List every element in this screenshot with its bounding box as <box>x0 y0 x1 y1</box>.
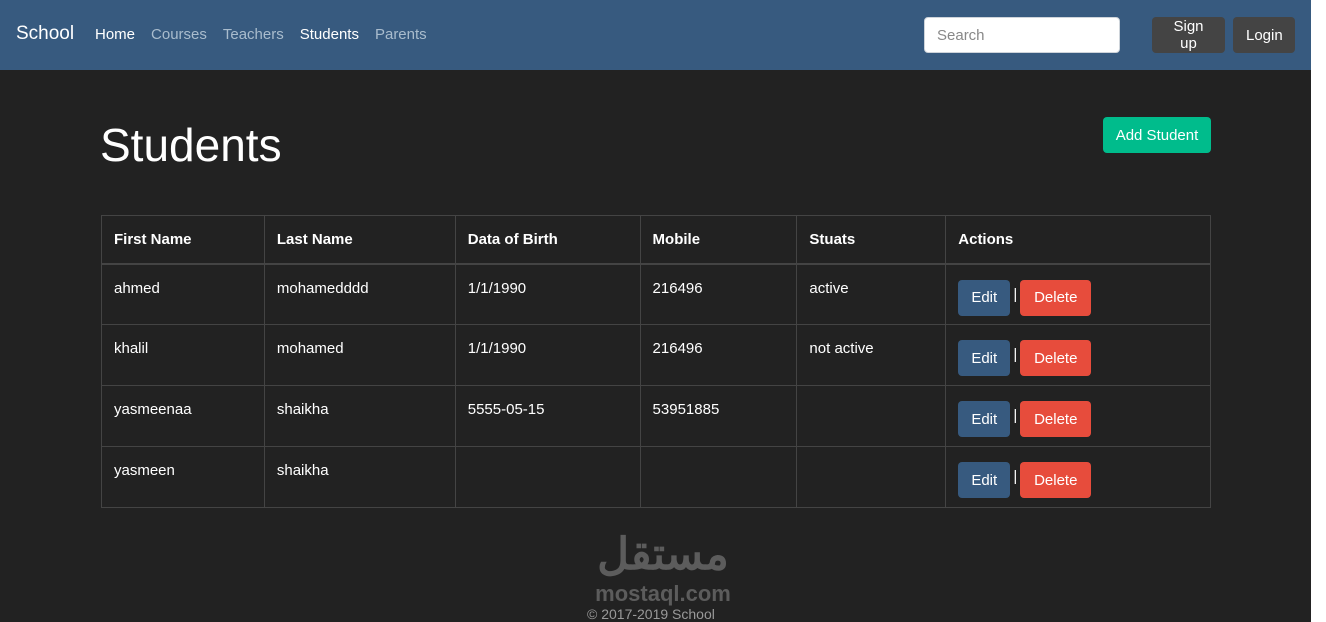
action-separator: | <box>1013 468 1018 485</box>
table-row: yasmeen shaikha Edit | Delete <box>101 446 1211 508</box>
delete-button[interactable]: Delete <box>1020 401 1092 437</box>
cell-status: active <box>796 263 947 325</box>
cell-mobile: 53951885 <box>639 385 798 447</box>
nav-link-teachers[interactable]: Teachers <box>223 26 284 43</box>
signup-button[interactable]: Sign up <box>1152 17 1225 53</box>
cell-mobile: 216496 <box>639 263 798 325</box>
watermark-arabic-text: مستقل <box>597 530 729 579</box>
brand-link[interactable]: School <box>16 23 74 45</box>
nav-link-parents[interactable]: Parents <box>375 26 427 43</box>
cell-mobile <box>639 446 798 508</box>
cell-date-of-birth: 1/1/1990 <box>454 263 641 325</box>
edit-button[interactable]: Edit <box>958 462 1011 498</box>
nav-link-students[interactable]: Students <box>300 26 359 43</box>
header-status: Stuats <box>796 215 947 265</box>
nav-link-courses[interactable]: Courses <box>151 26 207 43</box>
nav-links: Home Courses Teachers Students Parents <box>95 26 443 43</box>
search-input[interactable] <box>924 17 1120 53</box>
edit-button[interactable]: Edit <box>958 279 1011 316</box>
cell-date-of-birth: 5555-05-15 <box>454 385 641 447</box>
footer-copyright: © 2017-2019 School <box>587 606 715 622</box>
cell-last-name: mohamedddd <box>263 263 456 325</box>
cell-status: not active <box>796 324 947 386</box>
cell-first-name: yasmeenaa <box>101 385 265 447</box>
delete-button[interactable]: Delete <box>1020 462 1092 498</box>
delete-button[interactable]: Delete <box>1020 279 1092 316</box>
cell-actions: Edit | Delete <box>945 446 1211 508</box>
action-separator: | <box>1013 346 1018 363</box>
cell-first-name: yasmeen <box>101 446 265 508</box>
table-row: yasmeenaa shaikha 5555-05-15 53951885 Ed… <box>101 385 1211 447</box>
header-mobile: Mobile <box>639 215 798 265</box>
table-row: ahmed mohamedddd 1/1/1990 216496 active … <box>101 263 1211 325</box>
cell-status <box>796 446 947 508</box>
cell-last-name: shaikha <box>263 446 456 508</box>
action-separator: | <box>1013 407 1018 424</box>
edit-button[interactable]: Edit <box>958 340 1011 376</box>
header-actions: Actions <box>945 215 1211 265</box>
navbar: School Home Courses Teachers Students Pa… <box>0 0 1311 70</box>
cell-mobile: 216496 <box>639 324 798 386</box>
watermark-latin-text: mostaql.com <box>595 581 731 606</box>
cell-date-of-birth: 1/1/1990 <box>454 324 641 386</box>
cell-last-name: mohamed <box>263 324 456 386</box>
header-last-name: Last Name <box>263 215 456 265</box>
login-button[interactable]: Login <box>1233 17 1295 53</box>
page-title: Students <box>100 119 282 171</box>
edit-button[interactable]: Edit <box>958 401 1011 437</box>
add-student-button[interactable]: Add Student <box>1103 117 1211 153</box>
watermark-logo: مستقل mostaql.com <box>583 530 743 606</box>
cell-date-of-birth <box>454 446 641 508</box>
cell-actions: Edit | Delete <box>945 385 1211 447</box>
cell-first-name: ahmed <box>101 263 265 325</box>
header-date-of-birth: Data of Birth <box>454 215 641 265</box>
cell-first-name: khalil <box>101 324 265 386</box>
nav-link-home[interactable]: Home <box>95 26 135 43</box>
delete-button[interactable]: Delete <box>1020 340 1092 376</box>
header-first-name: First Name <box>101 215 265 265</box>
table-row: khalil mohamed 1/1/1990 216496 not activ… <box>101 324 1211 386</box>
students-table: First Name Last Name Data of Birth Mobil… <box>101 215 1211 508</box>
cell-last-name: shaikha <box>263 385 456 447</box>
action-separator: | <box>1013 285 1018 303</box>
page: School Home Courses Teachers Students Pa… <box>0 0 1311 622</box>
cell-status <box>796 385 947 447</box>
cell-actions: Edit | Delete <box>945 324 1211 386</box>
table-header-row: First Name Last Name Data of Birth Mobil… <box>101 215 1211 265</box>
cell-actions: Edit | Delete <box>945 263 1211 325</box>
